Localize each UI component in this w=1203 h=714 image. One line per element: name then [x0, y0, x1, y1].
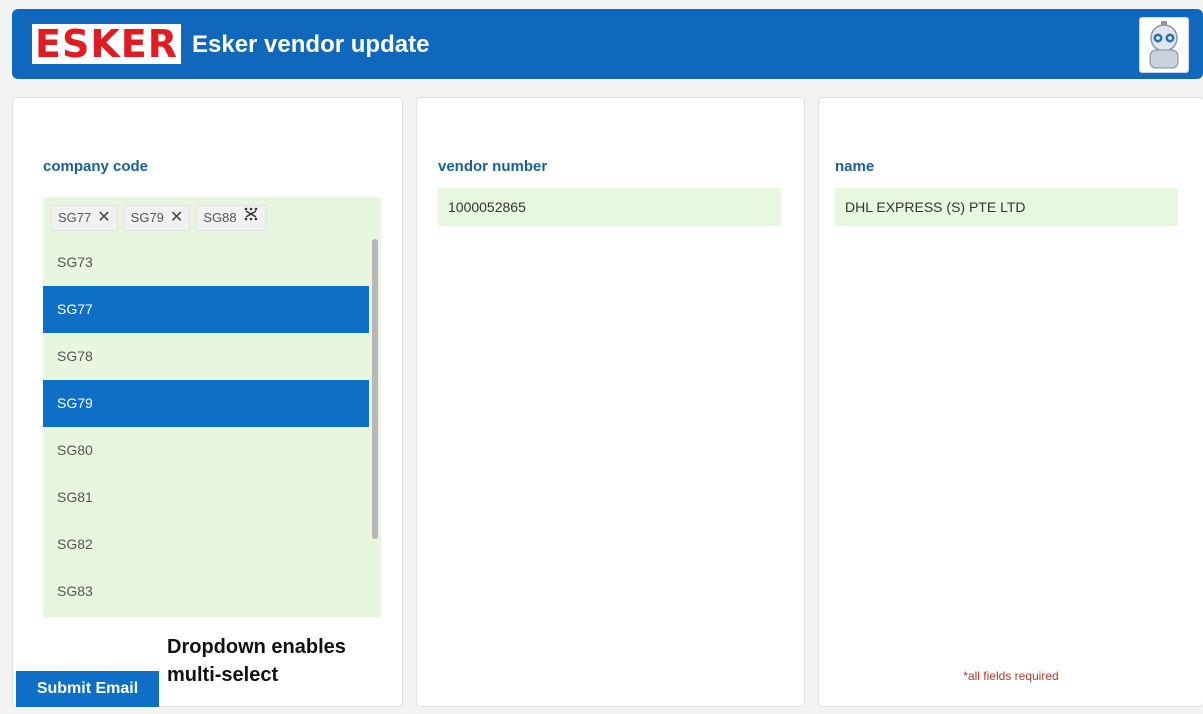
option-sg82[interactable]: SG82	[43, 521, 369, 568]
annotation-line-1: Dropdown enables	[167, 636, 346, 658]
app-header: ESKER Esker vendor update	[12, 9, 1203, 79]
option-sg77[interactable]: SG77	[43, 286, 369, 333]
chip-label: SG77	[58, 210, 92, 225]
option-sg78[interactable]: SG78	[43, 333, 369, 380]
vendor-number-panel: vendor number 1000052865	[416, 97, 805, 707]
close-icon[interactable]: ✕	[170, 205, 183, 231]
options-list: SG73 SG77 SG78 SG79 SG80 SG81 SG82 SG83	[43, 239, 369, 615]
selected-chips: SG77 ✕ SG79 ✕ SG88	[51, 205, 266, 231]
chip-sg79[interactable]: SG79 ✕	[123, 205, 191, 231]
name-field[interactable]: DHL EXPRESS (S) PTE LTD	[835, 188, 1178, 226]
option-sg73[interactable]: SG73	[43, 239, 369, 286]
option-sg80[interactable]: SG80	[43, 427, 369, 474]
esker-logo: ESKER	[32, 24, 181, 64]
vendor-number-field[interactable]: 1000052865	[438, 188, 781, 226]
company-code-dropdown[interactable]: SG77 ✕ SG79 ✕ SG88 SG73 SG77 SG78 SG79 S…	[43, 197, 381, 617]
chip-sg77[interactable]: SG77 ✕	[51, 205, 118, 231]
option-sg83[interactable]: SG83	[43, 568, 369, 615]
vendor-number-label: vendor number	[438, 158, 548, 175]
chip-label: SG79	[130, 210, 164, 225]
company-code-panel: company code SG77 ✕ SG79 ✕ SG88 SG73 SG7…	[12, 97, 403, 707]
required-note: *all fields required	[963, 669, 1059, 683]
close-icon[interactable]: ✕	[97, 205, 110, 231]
annotation-text: Dropdown enables multi-select	[167, 633, 346, 689]
chip-sg88[interactable]: SG88	[196, 205, 266, 231]
robot-avatar-icon[interactable]	[1139, 17, 1189, 73]
submit-email-button[interactable]: Submit Email	[16, 671, 159, 707]
name-label: name	[835, 158, 875, 175]
option-sg79[interactable]: SG79	[43, 380, 369, 427]
annotation-line-2: multi-select	[167, 664, 279, 686]
page-title: Esker vendor update	[192, 31, 430, 58]
name-panel: name DHL EXPRESS (S) PTE LTD *all fields…	[818, 97, 1203, 707]
company-code-label: company code	[43, 158, 149, 175]
option-sg81[interactable]: SG81	[43, 474, 369, 521]
dropdown-scrollbar[interactable]	[372, 239, 378, 539]
clear-all-icon[interactable]	[243, 205, 259, 231]
chip-label: SG88	[203, 210, 237, 225]
